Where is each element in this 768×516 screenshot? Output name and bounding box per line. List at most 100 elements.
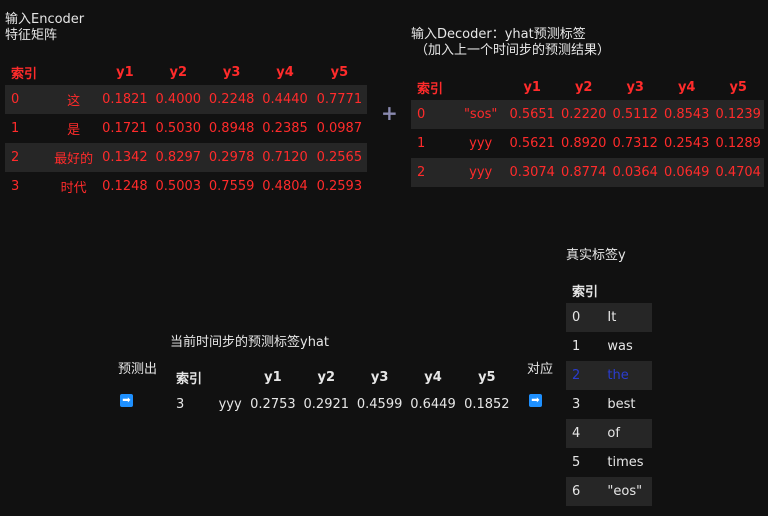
cell-value: 0.5003 [155,179,202,194]
row-token: the [607,361,652,390]
cell-value: 0.5030 [155,121,202,136]
cell-value: 0.1289 [715,136,761,151]
column-header: y2 [574,79,593,95]
column-header: 索引 [11,66,38,82]
arrow-right-icon-2: ➡ [529,394,542,407]
cell-value: 0.4440 [258,85,312,114]
column-header: y3 [222,64,241,80]
correspond-label: 对应 [527,362,554,377]
cell-value: 0.2220 [557,100,610,129]
cell-value: 0.2593 [316,179,363,194]
cell-value: 0.2565 [311,143,367,172]
cell-value: 0.2921 [303,397,350,412]
cell-value: 0.6449 [410,397,456,412]
table-row: 4 of [566,419,652,448]
column-header [49,59,98,85]
column-header: 索引 [176,371,203,387]
row-index: 2 [5,143,50,172]
cell-value: 0.4704 [712,158,764,187]
column-header: y4 [276,64,294,80]
row-index: 4 [566,419,608,448]
table-row: 0 It [566,303,652,332]
truth-table: 索引 0 It 1 was 2 the 3 best 4 of 5 times 6 "eos" [566,277,652,506]
encoder-table: 索引 y1 y2 y3 y4 y5 0 这 0.1821 0.4000 0.2248 0.4440 0.… [5,59,367,201]
row-index: 3 [176,397,185,412]
row-token: of [607,419,652,448]
plus-icon: + [381,101,398,125]
cell-value: 0.4599 [356,397,403,412]
cell-value: 0.8543 [660,100,713,129]
cell-value: 0.8948 [208,121,255,136]
decoder-title-line1: 输入Decoder：yhat预测标签 [411,27,586,42]
row-token: "sos" [454,100,507,129]
cell-value: 0.2385 [262,121,308,136]
column-header: y3 [370,369,389,385]
row-token: yyy [454,158,507,187]
table-row: 0 "sos" 0.5651 0.2220 0.5112 0.8543 0.1239 [411,100,764,129]
column-header: y3 [626,79,644,95]
cell-value: 0.4804 [262,179,308,194]
cell-value: 0.7120 [258,143,312,172]
table-row: 6 "eos" [566,477,652,506]
row-index: 0 [411,100,455,129]
cell-value: 0.7559 [208,179,255,194]
cell-value: 0.8920 [560,136,607,151]
cell-value: 0.7771 [311,85,367,114]
column-header: 索引 [572,284,599,300]
decoder-table: 索引 y1 y2 y3 y4 y5 0 "sos" 0.5651 0.2220 0.5112 0.85… [411,74,764,187]
row-token: 最好的 [49,143,99,172]
column-header: y2 [169,64,188,80]
cell-value: 0.1821 [98,85,152,114]
cell-value: 0.2978 [204,143,259,172]
truth-title: 真实标签y [566,248,626,263]
header-row: 索引 y1 y2 y3 y4 y5 [5,59,367,85]
row-index: 2 [411,158,455,187]
encoder-title: 输入Encoder 特征矩阵 [5,12,84,44]
cell-value: 0.3074 [506,158,558,187]
cell-value: 0.0987 [316,121,363,136]
header-row: 索引 [566,277,652,303]
cell-value: 0.4000 [151,85,205,114]
column-header: y4 [677,79,696,95]
cell-value: 0.8297 [151,143,205,172]
table-row: 2 the [566,361,652,390]
table-row: 1 was [566,332,652,361]
column-header: y1 [264,369,282,385]
row-index: 6 [566,477,608,506]
table-row: 1 yyy 0.5621 0.8920 0.7312 0.2543 0.1289 [411,129,764,158]
header-row: 索引 y1 y2 y3 y4 y5 [411,74,764,100]
row-index: 1 [417,136,426,151]
cell-value: 0.5651 [506,100,558,129]
column-header: y5 [330,64,349,80]
predict-left-label: 预测出 [118,362,158,377]
row-index: 0 [566,303,608,332]
cell-value: 0.2753 [250,397,296,412]
row-token: best [607,397,636,412]
column-header: y2 [317,369,336,385]
row-token: 这 [49,85,99,114]
cell-value: 0.1721 [102,121,148,136]
cell-value: 0.1852 [464,397,510,412]
row-token: It [607,303,652,332]
prediction-title: 当前时间步的预测标签yhat [170,335,329,350]
column-header [455,74,507,100]
row-token: 时代 [60,181,87,196]
column-header: y1 [116,64,134,80]
decoder-title-line2: （加入上一个时间步的预测结果） [415,43,611,58]
cell-value: 0.5621 [509,136,555,151]
row-token: 是 [67,123,81,138]
row-token: times [607,455,644,470]
column-header: y5 [478,369,496,385]
column-header: y1 [523,79,541,95]
row-index: 5 [572,455,581,470]
row-index: 1 [11,121,20,136]
arrow-right-icon: ➡ [120,394,133,407]
table-row: 2 yyy 0.3074 0.8774 0.0364 0.0649 0.4704 [411,158,764,187]
cell-value: 0.0649 [660,158,713,187]
decoder-title: 输入Decoder：yhat预测标签 （加入上一个时间步的预测结果） [411,27,610,59]
cell-value: 0.0364 [609,158,661,187]
row-token: yyy [218,397,242,412]
header-row: 索引 y1 y2 y3 y4 y5 [170,364,514,390]
table-row: 0 这 0.1821 0.4000 0.2248 0.4440 0.7771 [5,85,367,114]
cell-value: 0.2543 [663,136,710,151]
